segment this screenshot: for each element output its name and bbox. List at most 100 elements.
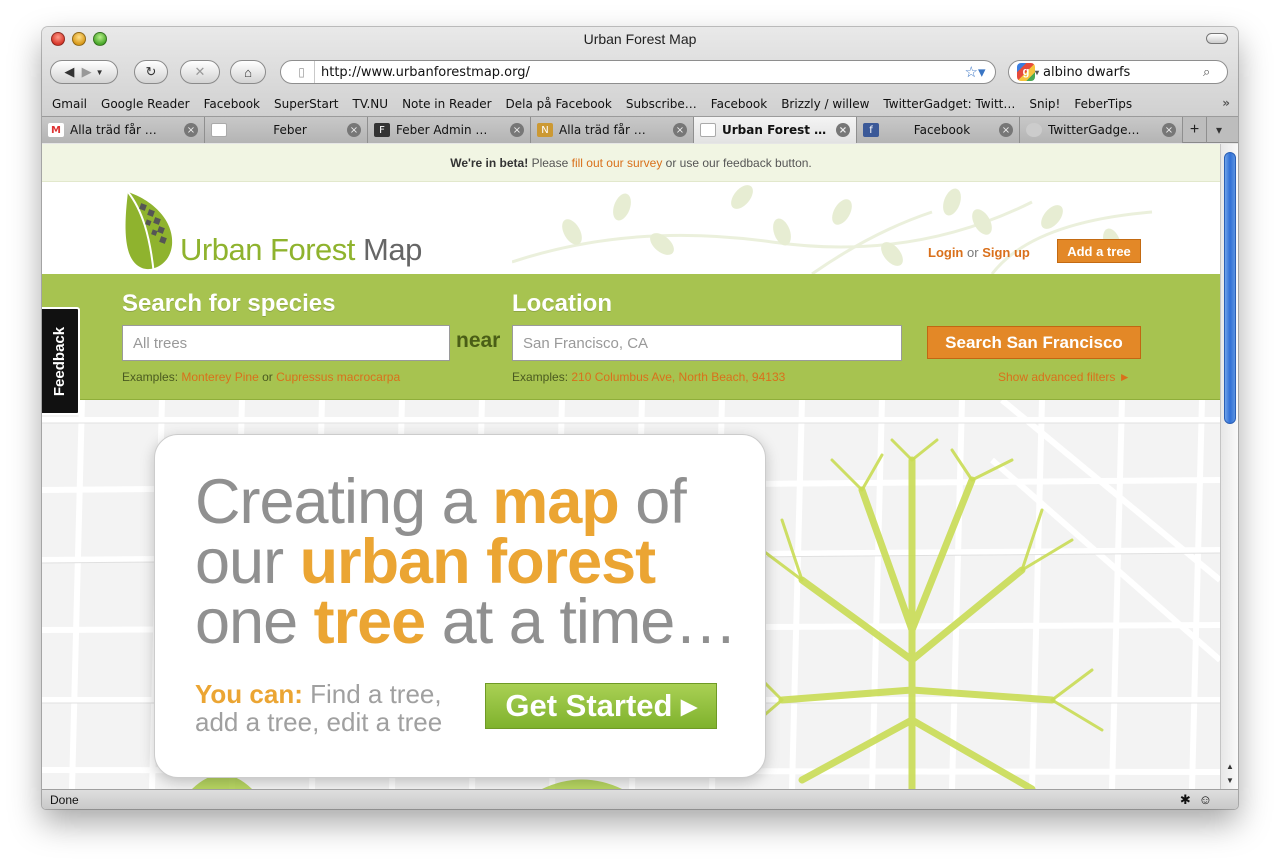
tab-label: Facebook — [913, 123, 971, 137]
tab[interactable]: Feber × — [205, 117, 368, 143]
beta-post: or use our feedback button. — [665, 156, 812, 170]
close-tab-icon[interactable]: × — [836, 123, 850, 137]
you-can-line-2: add a tree, edit a tree — [195, 707, 443, 737]
loading-favicon-icon — [1026, 123, 1042, 137]
close-tab-icon[interactable]: × — [673, 123, 687, 137]
title-bar: Urban Forest Map ◀ ▶ ▼ ↻ ✕ ⌂ ▯ http://www… — [42, 27, 1238, 121]
bookmark-item[interactable]: Gmail — [52, 97, 87, 111]
tab[interactable]: F Feber Admin … × — [368, 117, 531, 143]
history-dropdown-icon[interactable]: ▼ — [96, 68, 104, 77]
location-search-input[interactable]: San Francisco, CA — [512, 325, 902, 361]
greasemonkey-icon[interactable]: ☺ — [1199, 792, 1212, 808]
beta-strong: We're in beta! — [450, 156, 529, 170]
page-icon: ▯ — [289, 61, 315, 83]
web-search-field[interactable]: g ▾ albino dwarfs ⌕ — [1008, 60, 1228, 84]
bookmark-item[interactable]: Subscribe… — [626, 97, 697, 111]
close-tab-icon[interactable]: × — [1162, 123, 1176, 137]
forward-arrow-icon[interactable]: ▶ — [82, 64, 92, 80]
hero-line-2: our urban forest — [195, 531, 656, 594]
example-link-locations[interactable]: 210 Columbus Ave, North Beach, 94133 — [571, 370, 785, 384]
feedback-label: Feedback — [51, 326, 69, 396]
login-area: Login or Sign up — [928, 245, 1030, 260]
bookmarks-overflow-icon[interactable]: » — [1222, 96, 1230, 110]
vertical-scrollbar[interactable]: ▲ ▼ — [1220, 144, 1238, 789]
back-arrow-icon[interactable]: ◀ — [64, 64, 74, 80]
toolbar-toggle-button[interactable] — [1206, 33, 1228, 44]
signup-link[interactable]: Sign up — [982, 245, 1030, 260]
tab[interactable]: N Alla träd får … × — [531, 117, 694, 143]
close-tab-icon[interactable]: × — [184, 123, 198, 137]
tab[interactable]: TwitterGadge… × — [1020, 117, 1183, 143]
bookmark-item[interactable]: Note in Reader — [402, 97, 491, 111]
tab-list-icon[interactable]: ▾ — [1207, 117, 1231, 143]
status-text: Done — [50, 792, 79, 807]
tab-label: Feber — [273, 123, 307, 137]
news-favicon-icon: N — [537, 123, 553, 137]
page-content: We're in beta! Please fill out our surve… — [42, 144, 1220, 789]
add-tree-button[interactable]: Add a tree — [1057, 239, 1141, 263]
new-tab-button[interactable]: + — [1183, 117, 1207, 143]
bookmark-star-icon[interactable]: ☆▾ — [955, 63, 995, 81]
search-button[interactable]: Search San Francisco — [927, 326, 1141, 359]
leaf-logo-icon[interactable] — [122, 190, 182, 275]
stop-button[interactable]: ✕ — [180, 60, 220, 84]
tab[interactable]: f Facebook × — [857, 117, 1020, 143]
bookmark-item[interactable]: Google Reader — [101, 97, 190, 111]
bookmark-item[interactable]: FeberTips — [1074, 97, 1132, 111]
search-query[interactable]: albino dwarfs — [1043, 65, 1203, 80]
scrollbar-thumb[interactable] — [1224, 152, 1236, 424]
feedback-tab[interactable]: Feedback — [42, 307, 80, 415]
search-panel: Search for species All trees near Locati… — [42, 274, 1220, 400]
hero-line-3: one tree at a time… — [195, 591, 737, 654]
advanced-filters-link[interactable]: Show advanced filters ► — [998, 370, 1131, 384]
close-tab-icon[interactable]: × — [510, 123, 524, 137]
examples-prefix: Examples: — [512, 370, 569, 384]
bookmark-item[interactable]: Facebook — [711, 97, 767, 111]
species-search-input[interactable]: All trees — [122, 325, 450, 361]
tab[interactable]: M Alla träd får … × — [42, 117, 205, 143]
get-started-button[interactable]: Get Started ▸ — [485, 683, 717, 729]
hero-highlight: tree — [313, 587, 427, 657]
bookmark-item[interactable]: SuperStart — [274, 97, 338, 111]
bookmark-item[interactable]: TwitterGadget: Twitt… — [883, 97, 1015, 111]
url-text[interactable]: http://www.urbanforestmap.org/ — [321, 65, 955, 80]
home-icon: ⌂ — [244, 64, 252, 80]
search-engine-icon[interactable]: g ▾ — [1013, 62, 1043, 82]
window-title: Urban Forest Map — [583, 31, 697, 47]
page-favicon-icon — [700, 123, 716, 137]
home-button[interactable]: ⌂ — [230, 60, 266, 84]
bookmark-item[interactable]: Facebook — [204, 97, 260, 111]
tab-label: TwitterGadge… — [1048, 123, 1140, 137]
survey-link[interactable]: fill out our survey — [572, 156, 663, 170]
example-link-monterey-pine[interactable]: Monterey Pine — [181, 370, 258, 384]
bookmark-item[interactable]: Snip! — [1029, 97, 1060, 111]
example-link-cupressus[interactable]: Cupressus macrocarpa — [276, 370, 400, 384]
firebug-icon[interactable]: ✱ — [1180, 792, 1191, 808]
hero-callout: Creating a map of our urban forest one t… — [154, 434, 766, 778]
site-header: Urban Forest Map — [42, 182, 1220, 275]
back-forward-buttons[interactable]: ◀ ▶ ▼ — [50, 60, 118, 84]
feber-favicon-icon: F — [374, 123, 390, 137]
bookmarks-bar: Gmail Google Reader Facebook SuperStart … — [42, 93, 1238, 115]
magnifier-icon[interactable]: ⌕ — [1203, 64, 1227, 80]
gmail-favicon-icon: M — [48, 123, 64, 137]
logo-part-2: Map — [363, 232, 422, 267]
bookmark-item[interactable]: Brizzly / willew — [781, 97, 869, 111]
examples-prefix: Examples: — [122, 370, 179, 384]
examples-or: or — [262, 370, 273, 384]
beta-banner: We're in beta! Please fill out our surve… — [42, 144, 1220, 182]
login-link[interactable]: Login — [928, 245, 963, 260]
you-can-line-1: Find a tree, — [310, 679, 442, 709]
tab-active[interactable]: Urban Forest … × — [694, 117, 857, 143]
status-icons: ✱ ☺ — [1180, 792, 1212, 808]
status-bar: Done ✱ ☺ — [42, 789, 1238, 809]
close-tab-icon[interactable]: × — [999, 123, 1013, 137]
site-logo-text[interactable]: Urban Forest Map — [180, 232, 422, 268]
scroll-down-arrow-icon[interactable]: ▼ — [1221, 773, 1238, 787]
bookmark-item[interactable]: TV.NU — [353, 97, 389, 111]
reload-button[interactable]: ↻ — [134, 60, 168, 84]
scroll-up-arrow-icon[interactable]: ▲ — [1221, 759, 1238, 773]
close-tab-icon[interactable]: × — [347, 123, 361, 137]
bookmark-item[interactable]: Dela på Facebook — [506, 97, 612, 111]
address-bar[interactable]: ▯ http://www.urbanforestmap.org/ ☆▾ — [280, 60, 996, 84]
